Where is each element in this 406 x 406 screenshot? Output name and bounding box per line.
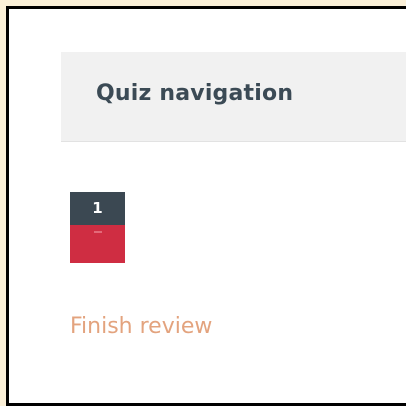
question-state-incorrect [70, 225, 125, 263]
question-nav-button-1[interactable]: 1 [70, 192, 125, 263]
quiz-navigation-block: Quiz navigation 1 Finish review [6, 6, 406, 406]
block-header: Quiz navigation [61, 52, 406, 142]
finish-review-link[interactable]: Finish review [70, 314, 212, 340]
incorrect-state-icon [94, 231, 102, 233]
block-title: Quiz navigation [96, 81, 294, 106]
question-number: 1 [70, 192, 125, 225]
